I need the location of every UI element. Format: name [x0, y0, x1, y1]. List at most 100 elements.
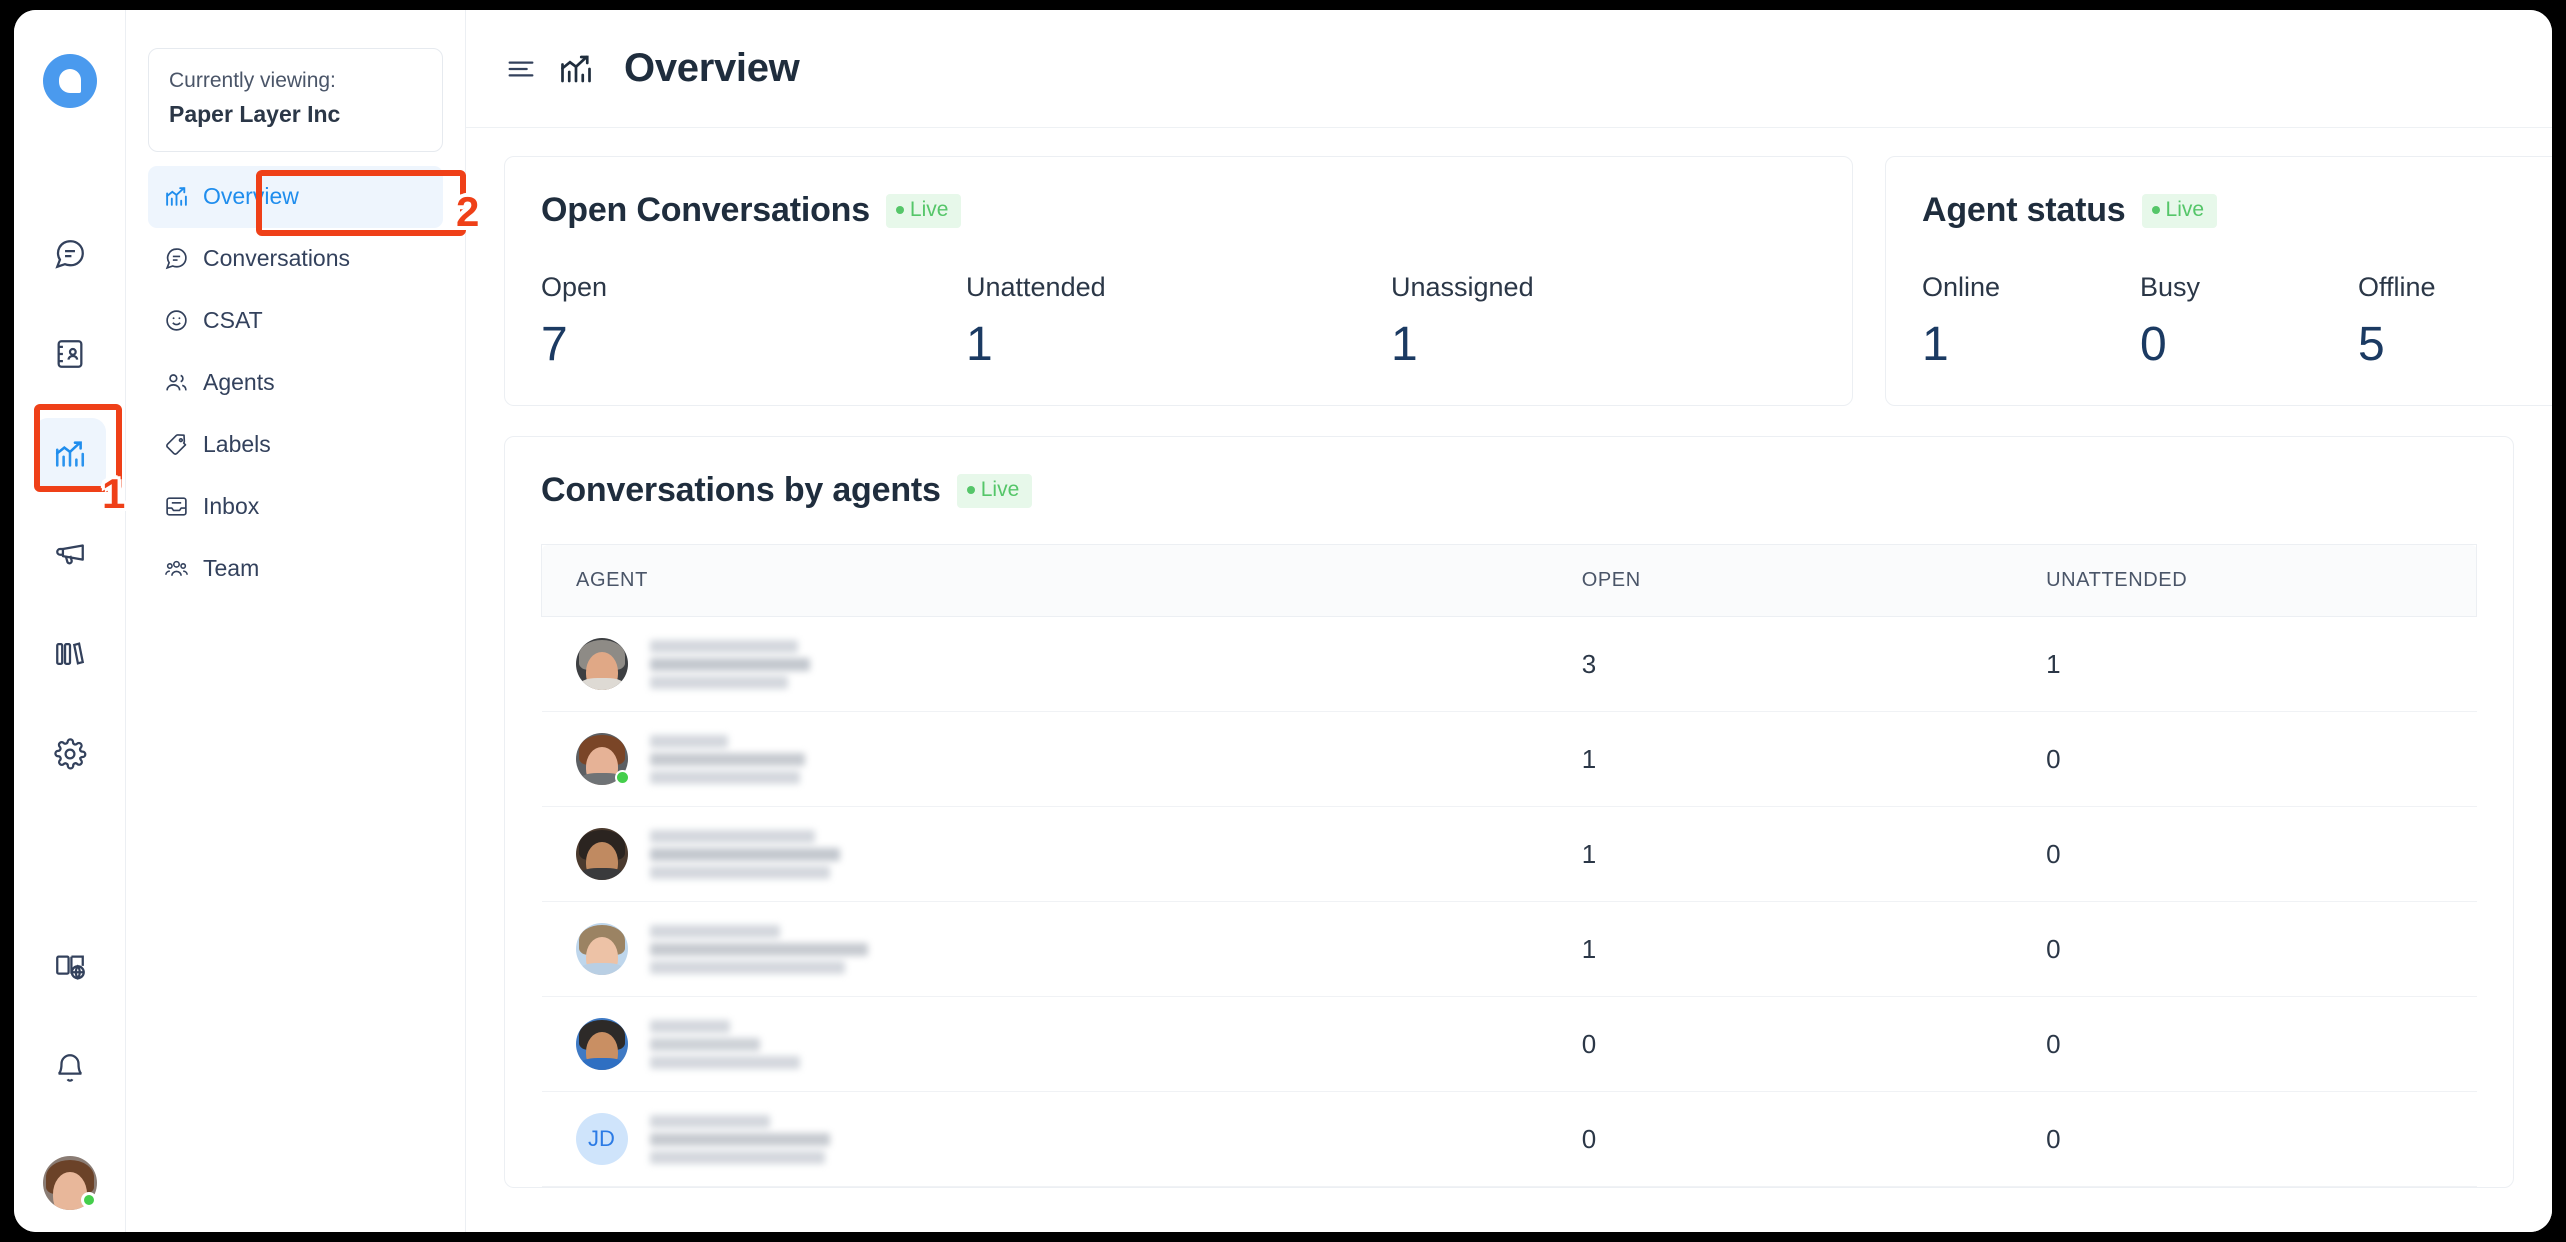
card-header: Open Conversations Live [541, 191, 1816, 230]
rail-item-contacts[interactable] [34, 318, 106, 390]
agent-status-card: Agent status Live Online 1 Busy 0 Offlin… [1885, 156, 2552, 406]
live-dot-icon [2151, 205, 2160, 214]
rail-items [33, 218, 106, 818]
rail-item-notifications[interactable] [34, 1032, 106, 1104]
live-label: Live [909, 197, 949, 221]
app-window: Currently viewing: Paper Layer Inc Overv… [14, 10, 2552, 1232]
rail-item-portals[interactable] [34, 618, 106, 690]
metric-offline: Offline 5 [2358, 272, 2552, 369]
avatar-initials: JD [575, 1113, 628, 1165]
sidebar-item-inbox[interactable]: Inbox [148, 476, 443, 538]
table-row[interactable]: 1 0 [541, 806, 2477, 902]
chat-icon [53, 237, 87, 271]
agent-name-redacted [649, 924, 868, 974]
column-header-unattended[interactable]: UNATTENDED [2012, 544, 2478, 617]
table-body: 3 1 1 0 1 0 1 0 0 0 JD 0 0 [541, 616, 2477, 1187]
reports-sidebar: Currently viewing: Paper Layer Inc Overv… [126, 10, 479, 1232]
primary-icon-rail [14, 10, 126, 1232]
cell-unattended: 1 [2012, 616, 2477, 712]
cell-open: 3 [1547, 616, 2013, 712]
currently-viewing-box[interactable]: Currently viewing: Paper Layer Inc [148, 48, 443, 152]
metric-value: 0 [2140, 318, 2167, 371]
card-title: Conversations by agents [541, 471, 941, 509]
metric-value: 5 [2358, 318, 2385, 371]
cell-open: 0 [1547, 1091, 2013, 1187]
sidebar-item-agents[interactable]: Agents [148, 352, 443, 414]
live-dot-icon [895, 205, 904, 214]
page-topbar: Overview [466, 10, 2552, 128]
sidebar-item-team[interactable]: Team [148, 538, 443, 600]
agent-name-redacted [649, 639, 810, 689]
reports-chart-icon [164, 184, 189, 209]
table-row[interactable]: 1 0 [541, 711, 2477, 807]
card-header: Agent status Live [1922, 191, 2552, 230]
rail-item-reports[interactable] [33, 418, 106, 490]
reports-chart-icon [53, 437, 87, 471]
reports-chart-icon [558, 51, 594, 87]
avatar [575, 828, 628, 880]
avatar-holder: JD [575, 1113, 628, 1165]
metrics-row: Open 7 Unattended 1 Unassigned 1 [541, 272, 1816, 369]
cell-open: 1 [1547, 901, 2013, 997]
account-name: Paper Layer Inc [169, 101, 341, 128]
metric-open: Open 7 [541, 272, 966, 369]
table-row[interactable]: 3 1 [541, 616, 2477, 712]
chat-icon [164, 246, 189, 271]
conversations-by-agents-card: Conversations by agents Live AGENT OPEN … [504, 436, 2514, 1188]
cell-agent: JD [541, 1091, 1548, 1187]
rail-user-avatar-wrap[interactable] [42, 1132, 97, 1210]
reports-overview-content: Open Conversations Live Open 7 Unattende… [466, 128, 2552, 1232]
bell-icon [53, 1051, 87, 1085]
sidebar-item-label: Agents [203, 369, 275, 396]
sidebar-item-label: Labels [203, 431, 271, 458]
rail-item-settings[interactable] [34, 718, 106, 790]
table-row[interactable]: JD 0 0 [541, 1091, 2477, 1187]
sidebar-item-overview[interactable]: Overview [148, 165, 443, 228]
cell-unattended: 0 [2012, 901, 2477, 997]
column-header-agent[interactable]: AGENT [540, 544, 1548, 617]
cell-agent [541, 711, 1548, 807]
rail-bottom-group [14, 932, 125, 1210]
live-label: Live [980, 477, 1020, 501]
team-icon [164, 556, 189, 581]
cell-agent [541, 996, 1548, 1092]
sidebar-item-csat[interactable]: CSAT [148, 290, 443, 352]
agent-name-redacted [649, 734, 805, 784]
currently-viewing-label: Currently viewing: [169, 69, 336, 92]
metric-value: 1 [1922, 318, 1949, 371]
cell-unattended: 0 [2012, 996, 2477, 1092]
rail-item-help-center[interactable] [34, 932, 106, 1004]
column-header-open[interactable]: OPEN [1547, 544, 2013, 617]
metric-online: Online 1 [1922, 272, 2140, 369]
live-label: Live [2165, 197, 2205, 221]
rail-item-campaigns[interactable] [34, 518, 106, 590]
avatar-holder [575, 923, 628, 975]
agents-table-wrap: AGENT OPEN UNATTENDED 3 1 1 0 1 0 1 0 0 … [540, 544, 2478, 1187]
live-dot-icon [966, 485, 975, 494]
chatwoot-logo[interactable] [42, 54, 97, 108]
sidebar-item-labels[interactable]: Labels [148, 414, 443, 476]
metric-value: 1 [1391, 318, 1418, 371]
people-icon [164, 370, 189, 395]
table-row[interactable]: 1 0 [541, 901, 2477, 997]
cell-open: 1 [1547, 806, 2013, 902]
table-row[interactable]: 0 0 [541, 996, 2477, 1092]
annotation-number-1: 1 [102, 470, 126, 517]
sidebar-item-label: Conversations [203, 245, 351, 272]
contacts-book-icon [53, 337, 87, 371]
agent-name-redacted [649, 1019, 800, 1069]
agents-table: AGENT OPEN UNATTENDED 3 1 1 0 1 0 1 0 0 … [540, 544, 2478, 1187]
open-conversations-card: Open Conversations Live Open 7 Unattende… [504, 156, 1853, 406]
main-content: Overview Open Conversations Live Open 7 … [466, 10, 2552, 1232]
metric-label: Open [541, 272, 608, 302]
metric-busy: Busy 0 [2140, 272, 2358, 369]
sidebar-item-conversations[interactable]: Conversations [148, 228, 443, 290]
rail-item-conversations[interactable] [34, 218, 106, 290]
hamburger-icon[interactable] [504, 52, 538, 86]
avatar [575, 923, 628, 975]
sidebar-item-label: Overview [203, 183, 299, 210]
metric-label: Offline [2358, 272, 2436, 302]
sidebar-nav-list: Overview Conversations CSAT Agents Label… [148, 165, 443, 600]
metric-label: Unattended [966, 272, 1106, 302]
inbox-icon [164, 494, 189, 519]
